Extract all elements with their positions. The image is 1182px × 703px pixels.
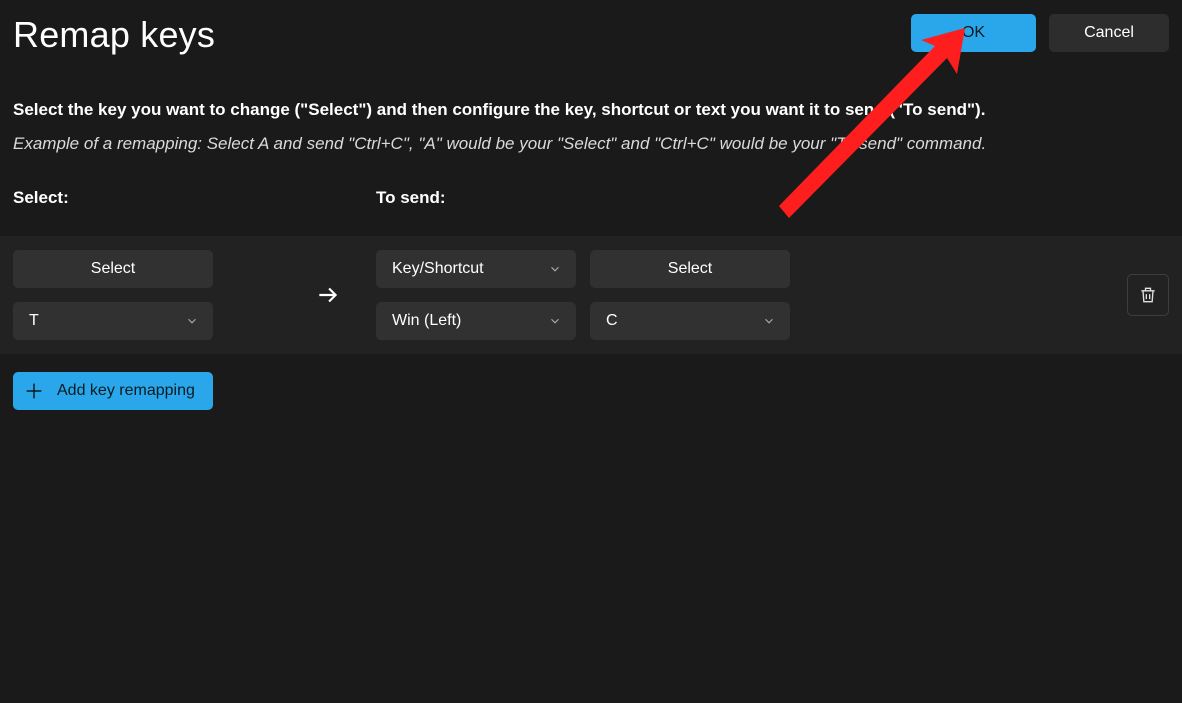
modifier-dropdown[interactable]: Win (Left) (376, 302, 576, 340)
example-text: Example of a remapping: Select A and sen… (0, 134, 1182, 154)
arrow-icon (279, 282, 376, 308)
column-header-to-send: To send: (376, 188, 446, 208)
add-key-remapping-button[interactable]: Add key remapping (13, 372, 213, 410)
delete-row-button[interactable] (1127, 274, 1169, 316)
send-type-dropdown[interactable]: Key/Shortcut (376, 250, 576, 288)
page-title: Remap keys (13, 14, 215, 56)
send-type-value: Key/Shortcut (392, 260, 484, 278)
to-send-select-button[interactable]: Select (590, 250, 790, 288)
modifier-value: Win (Left) (392, 312, 461, 330)
header-button-group: OK Cancel (911, 14, 1169, 52)
chevron-down-icon (548, 314, 562, 328)
plus-icon (23, 380, 45, 402)
trash-icon (1138, 285, 1158, 305)
description-text: Select the key you want to change ("Sele… (0, 100, 1182, 120)
column-header-select: Select: (13, 188, 376, 208)
remap-row: Select T Key/Shortcut Select Win (Left) … (0, 236, 1182, 354)
add-button-label: Add key remapping (57, 382, 195, 400)
select-key-button[interactable]: Select (13, 250, 213, 288)
chevron-down-icon (548, 262, 562, 276)
chevron-down-icon (185, 314, 199, 328)
cancel-button[interactable]: Cancel (1049, 14, 1169, 52)
key-value: C (606, 312, 618, 330)
ok-button[interactable]: OK (911, 14, 1036, 52)
select-key-value: T (29, 312, 39, 330)
select-key-dropdown[interactable]: T (13, 302, 213, 340)
key-dropdown[interactable]: C (590, 302, 790, 340)
chevron-down-icon (762, 314, 776, 328)
